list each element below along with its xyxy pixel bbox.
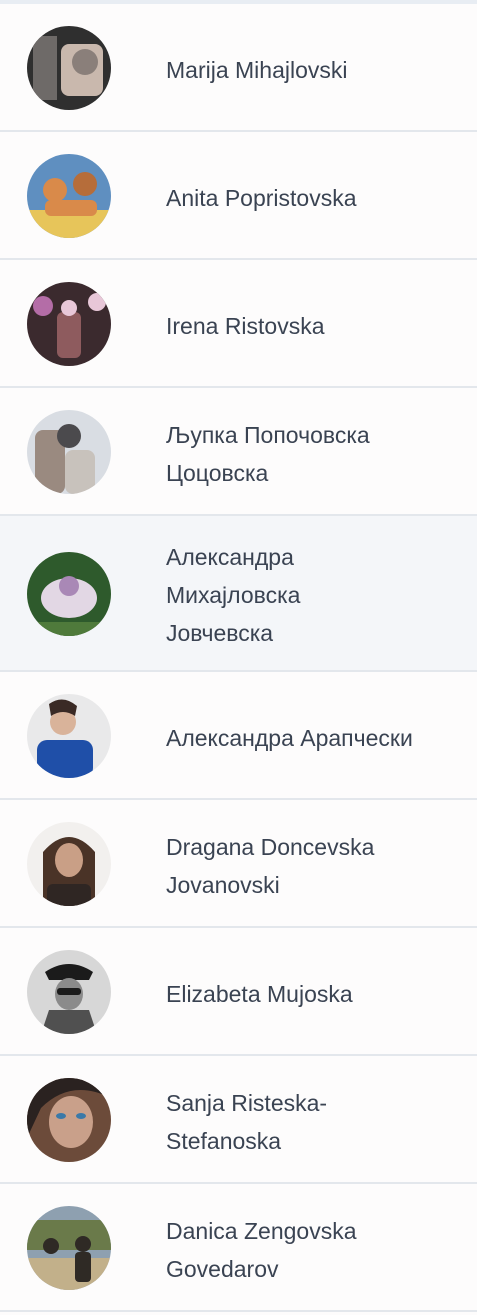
- friend-name-line: Љупка Попочовска: [166, 422, 370, 448]
- friend-name-line: Marija Mihajlovski: [166, 57, 348, 83]
- friend-name[interactable]: Danica Zengovska Govedarov: [166, 1212, 466, 1288]
- avatar-shape: [27, 622, 111, 636]
- avatar[interactable]: [27, 410, 111, 494]
- friend-name[interactable]: Anita Popristovska: [166, 179, 466, 217]
- friend-row[interactable]: Dragana Doncevska Jovanovski: [0, 800, 477, 928]
- friend-name-line: Dragana Doncevska: [166, 834, 375, 860]
- photo-avatar-icon: [27, 1206, 111, 1290]
- avatar[interactable]: [27, 154, 111, 238]
- friends-list: Marija Mihajlovski Anita Popristovska Ir…: [0, 0, 477, 1315]
- avatar[interactable]: [27, 26, 111, 110]
- avatar-shape: [45, 200, 97, 216]
- friend-name-line: Цоцовска: [166, 460, 269, 486]
- avatar[interactable]: [27, 282, 111, 366]
- friend-name-line: Јовчевска: [166, 620, 274, 646]
- avatar-shape: [33, 296, 53, 316]
- friend-name[interactable]: Sanja Risteska- Stefanoska: [166, 1084, 466, 1160]
- avatar-shape: [43, 178, 67, 202]
- friend-name-line: Stefanoska: [166, 1128, 282, 1154]
- friend-name[interactable]: Љупка Попочовска Цоцовска: [166, 416, 466, 492]
- friend-name-line: Irena Ristovska: [166, 313, 325, 339]
- photo-avatar-icon: [27, 154, 111, 238]
- avatar-shape: [57, 988, 81, 995]
- avatar-shape: [27, 1258, 111, 1290]
- friend-name-line: Anita Popristovska: [166, 185, 357, 211]
- friend-row[interactable]: Anita Popristovska: [0, 132, 477, 260]
- friend-name[interactable]: Александра Арапчески: [166, 719, 466, 757]
- avatar[interactable]: [27, 694, 111, 778]
- photo-avatar-icon: [27, 950, 111, 1034]
- avatar-shape: [33, 36, 57, 100]
- avatar-shape: [56, 1113, 66, 1119]
- friend-name[interactable]: Александра Михајловска Јовчевска: [166, 538, 466, 652]
- avatar-shape: [57, 424, 81, 448]
- friend-name-line: Александра Арапчески: [166, 725, 413, 751]
- photo-avatar-icon: [27, 694, 111, 778]
- friend-name-line: Александра: [166, 544, 294, 570]
- avatar-shape: [43, 1238, 59, 1254]
- avatar-shape: [65, 450, 95, 494]
- avatar-shape: [27, 1220, 111, 1250]
- avatar-shape: [49, 1096, 93, 1148]
- avatar-shape: [75, 1252, 91, 1282]
- avatar[interactable]: [27, 552, 111, 636]
- avatar[interactable]: [27, 1078, 111, 1162]
- photo-avatar-icon: [27, 822, 111, 906]
- friend-row[interactable]: Sanja Risteska- Stefanoska: [0, 1056, 477, 1184]
- friend-name-line: Михајловска: [166, 582, 301, 608]
- friend-name[interactable]: Elizabeta Mujoska: [166, 975, 466, 1013]
- avatar-shape: [73, 172, 97, 196]
- avatar-shape: [72, 49, 98, 75]
- avatar-shape: [59, 576, 79, 596]
- friend-row[interactable]: Irena Ristovska: [0, 260, 477, 388]
- photo-avatar-icon: [27, 282, 111, 366]
- avatar[interactable]: [27, 822, 111, 906]
- avatar-shape: [88, 293, 106, 311]
- friend-row[interactable]: Љупка Попочовска Цоцовска: [0, 388, 477, 516]
- avatar-shape: [57, 312, 81, 358]
- friend-row[interactable]: Александра Михајловска Јовчевска: [0, 516, 477, 672]
- avatar[interactable]: [27, 950, 111, 1034]
- friend-name-line: Danica Zengovska: [166, 1218, 357, 1244]
- friend-row[interactable]: Elizabeta Mujoska: [0, 928, 477, 1056]
- avatar-shape: [75, 1236, 91, 1252]
- avatar-shape: [61, 300, 77, 316]
- avatar-shape: [41, 1010, 97, 1034]
- friend-name[interactable]: Marija Mihajlovski: [166, 51, 466, 89]
- friend-row[interactable]: Александра Арапчески: [0, 672, 477, 800]
- avatar[interactable]: [27, 1206, 111, 1290]
- avatar-shape: [37, 740, 93, 778]
- friend-name[interactable]: Dragana Doncevska Jovanovski: [166, 828, 466, 904]
- friend-row[interactable]: Marija Mihajlovski: [0, 4, 477, 132]
- photo-avatar-icon: [27, 26, 111, 110]
- photo-avatar-icon: [27, 552, 111, 636]
- friend-name-line: Jovanovski: [166, 872, 280, 898]
- friend-name-line: Elizabeta Mujoska: [166, 981, 353, 1007]
- avatar-shape: [76, 1113, 86, 1119]
- photo-avatar-icon: [27, 1078, 111, 1162]
- friend-row[interactable]: Danica Zengovska Govedarov: [0, 1184, 477, 1312]
- friend-name[interactable]: Irena Ristovska: [166, 307, 466, 345]
- avatar-shape: [55, 843, 83, 877]
- photo-avatar-icon: [27, 410, 111, 494]
- friend-name-line: Govedarov: [166, 1256, 279, 1282]
- friend-name-line: Sanja Risteska-: [166, 1090, 328, 1116]
- avatar-shape: [47, 884, 91, 906]
